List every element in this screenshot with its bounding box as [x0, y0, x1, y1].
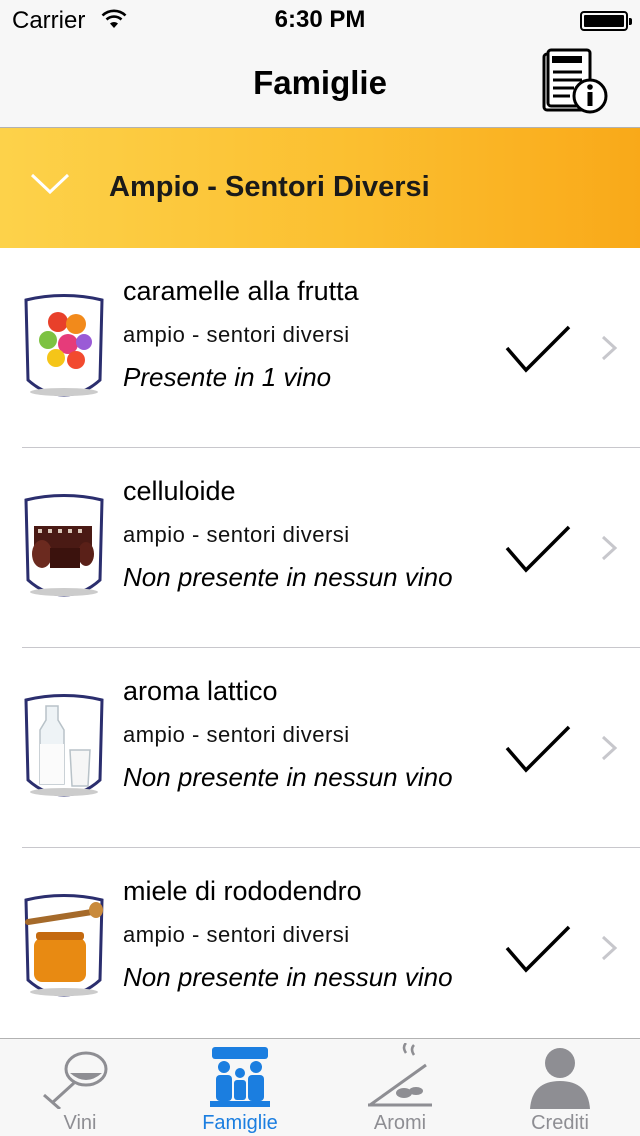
- status-time: 6:30 PM: [274, 6, 366, 33]
- aroma-icon: [368, 1043, 432, 1107]
- family-icon: [210, 1047, 270, 1107]
- honey-jar-icon: [24, 894, 104, 997]
- tab-label: Aromi: [373, 1112, 427, 1134]
- row-status: Non presente in nessun vino: [123, 762, 453, 792]
- row-title: caramelle alla frutta: [123, 276, 359, 306]
- fruit-candy-icon: [24, 294, 104, 397]
- row-subtitle: ampio - sentori diversi: [123, 322, 350, 347]
- person-icon: [530, 1048, 590, 1109]
- chevron-right-icon: [601, 735, 618, 761]
- milk-bottle-icon: [24, 694, 104, 797]
- aroma-list: caramelle alla frutta ampio - sentori di…: [0, 248, 640, 1048]
- row-title: aroma lattico: [123, 676, 278, 706]
- row-status: Non presente in nessun vino: [123, 562, 453, 592]
- row-status: Non presente in nessun vino: [123, 962, 453, 992]
- row-subtitle: ampio - sentori diversi: [123, 722, 350, 747]
- row-status: Presente in 1 vino: [123, 362, 332, 392]
- film-roll-icon: [24, 494, 104, 597]
- chevron-right-icon: [601, 535, 618, 561]
- row-subtitle: ampio - sentori diversi: [123, 522, 350, 547]
- wine-glass-icon: [43, 1051, 108, 1109]
- row-subtitle: ampio - sentori diversi: [123, 922, 350, 947]
- section-title: Ampio - Sentori Diversi: [109, 171, 430, 203]
- checkmark-icon: [505, 725, 571, 773]
- chevron-down-icon[interactable]: [30, 172, 70, 196]
- tab-vini[interactable]: Vini: [0, 1039, 160, 1136]
- section-header[interactable]: Ampio - Sentori Diversi: [0, 128, 640, 248]
- book-info-icon[interactable]: [538, 48, 610, 120]
- tab-label: Vini: [63, 1112, 97, 1134]
- tab-famiglie[interactable]: Famiglie: [160, 1039, 320, 1136]
- tab-label: Famiglie: [202, 1112, 278, 1134]
- tab-bar: Vini Famiglie Aromi Crediti: [0, 1038, 640, 1136]
- list-item[interactable]: aroma lattico ampio - sentori diversi No…: [0, 648, 640, 848]
- list-item[interactable]: celluloide ampio - sentori diversi Non p…: [0, 448, 640, 648]
- status-bar: Carrier 6:30 PM: [0, 0, 640, 40]
- tab-crediti[interactable]: Crediti: [480, 1039, 640, 1136]
- row-title: celluloide: [123, 476, 236, 506]
- row-title: miele di rododendro: [123, 876, 362, 906]
- tab-aromi[interactable]: Aromi: [320, 1039, 480, 1136]
- checkmark-icon: [505, 325, 571, 373]
- chevron-right-icon: [601, 335, 618, 361]
- chevron-right-icon: [601, 935, 618, 961]
- tab-label: Crediti: [531, 1112, 589, 1134]
- list-item[interactable]: miele di rododendro ampio - sentori dive…: [0, 848, 640, 1048]
- list-item[interactable]: caramelle alla frutta ampio - sentori di…: [0, 248, 640, 448]
- checkmark-icon: [505, 925, 571, 973]
- navigation-bar: Famiglie: [0, 40, 640, 128]
- battery-icon: [580, 11, 632, 31]
- checkmark-icon: [505, 525, 571, 573]
